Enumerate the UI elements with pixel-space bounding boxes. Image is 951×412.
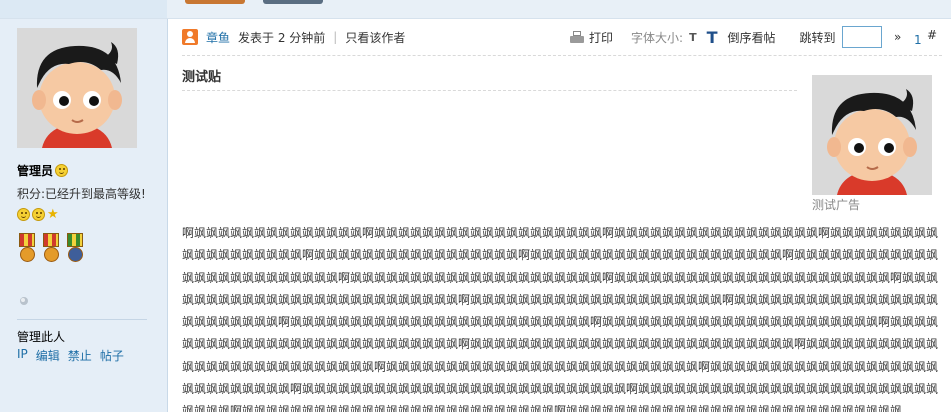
manage-links: IP 编辑 禁止 帖子 — [17, 347, 124, 364]
post-title: 测试贴 — [182, 70, 222, 85]
sidebar-divider — [17, 319, 147, 320]
smile-icon — [17, 208, 30, 221]
author-sidebar: 管理员 积分:已经升到最高等级! ★ 管理此人 IP 编辑 禁止 帖子 — [0, 19, 168, 412]
star-icon: ★ — [47, 207, 59, 222]
medal-icon[interactable] — [65, 233, 85, 267]
manage-title: 管理此人 — [17, 330, 66, 344]
smile-icon — [32, 208, 45, 221]
font-large-button[interactable]: T — [707, 28, 718, 47]
username-text[interactable]: 管理员 — [17, 162, 53, 179]
floor-number-link[interactable]: 1 — [914, 33, 922, 47]
manage-link-edit[interactable]: 编辑 — [36, 347, 60, 364]
print-link[interactable]: 打印 — [589, 29, 613, 46]
post-tools: 打印 字体大小: T T 倒序看帖 跳转到 — [570, 26, 882, 48]
posted-time: 发表于 2 分钟前 — [238, 30, 326, 45]
smile-icon — [55, 164, 69, 177]
top-nav-left-segment — [0, 0, 167, 18]
jump-go-button[interactable]: » — [894, 30, 901, 44]
medals — [17, 233, 85, 267]
separator: | — [333, 30, 338, 44]
jump-floor-input[interactable] — [841, 26, 882, 48]
jump-label: 跳转到 — [799, 30, 836, 45]
floor-hash: # — [927, 28, 938, 42]
font-size-label: 字体大小: — [631, 30, 684, 45]
font-small-button[interactable]: T — [689, 31, 697, 44]
username[interactable]: 管理员 — [17, 162, 69, 179]
printer-icon[interactable] — [570, 30, 584, 44]
reverse-order-link[interactable]: 倒序看帖 — [728, 29, 776, 46]
title-divider — [182, 90, 797, 91]
ad-cartoon-image — [812, 75, 932, 195]
top-nav-tab[interactable] — [263, 0, 323, 4]
author-link[interactable]: 章鱼 — [206, 29, 230, 46]
rank-icons: ★ — [17, 208, 59, 221]
manage-link-ban[interactable]: 禁止 — [68, 347, 92, 364]
post-header-divider — [182, 55, 942, 56]
post-body: 啊飒飒飒飒飒飒飒飒飒飒飒飒飒飒啊飒飒飒飒飒飒飒飒飒飒飒飒飒飒飒飒飒飒飒啊飒飒飒飒… — [182, 226, 939, 412]
user-icon — [182, 29, 198, 45]
online-status-icon — [20, 297, 28, 305]
only-author-link[interactable]: 只看该作者 — [345, 29, 405, 46]
manage-link-posts[interactable]: 帖子 — [100, 347, 124, 364]
ad-label: 测试广告 — [812, 198, 861, 212]
medal-icon[interactable] — [41, 233, 61, 267]
top-nav-tab[interactable] — [185, 0, 245, 4]
manage-link-ip[interactable]: IP — [17, 347, 28, 364]
medal-icon[interactable] — [17, 233, 37, 267]
avatar-cartoon-image — [17, 28, 137, 148]
avatar[interactable] — [17, 28, 137, 148]
score-text: 积分:已经升到最高等级! — [17, 187, 146, 201]
ad-image[interactable] — [812, 75, 932, 195]
top-nav-bar — [0, 0, 951, 19]
